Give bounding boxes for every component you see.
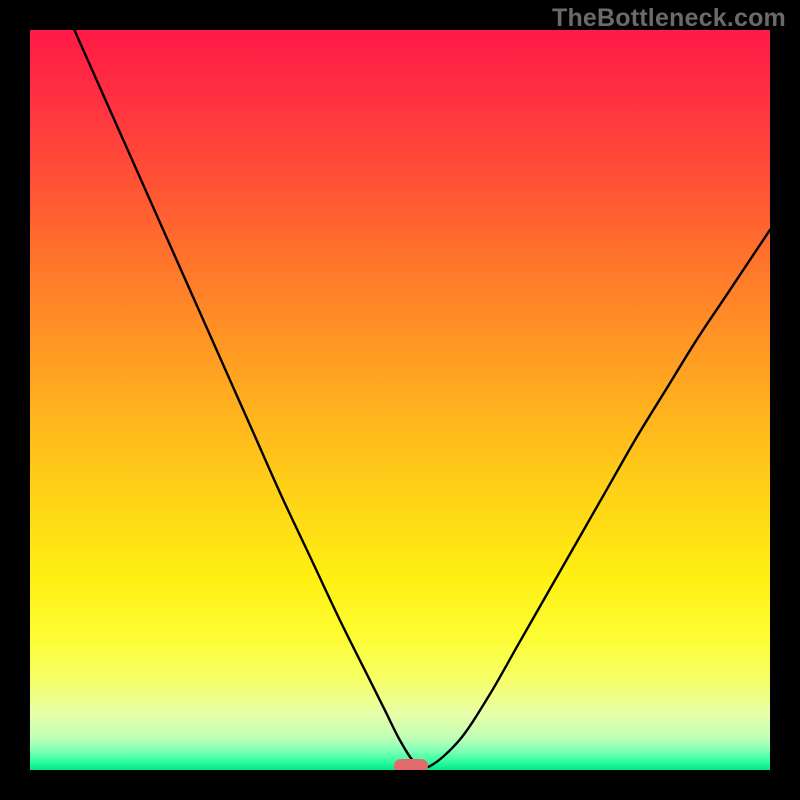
bottleneck-curve: [30, 30, 770, 770]
watermark-text: TheBottleneck.com: [552, 4, 786, 33]
plot-area: [30, 30, 770, 770]
optimal-marker: [394, 759, 428, 770]
chart-frame: TheBottleneck.com: [0, 0, 800, 800]
